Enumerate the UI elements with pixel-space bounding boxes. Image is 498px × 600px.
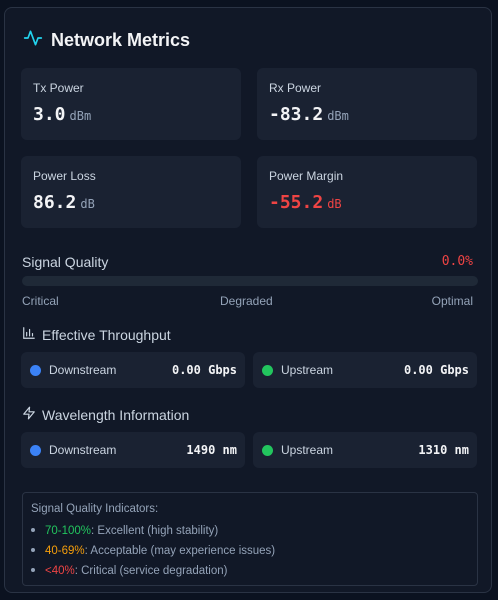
wavelength-title: Wavelength Information: [42, 406, 190, 423]
power-loss-card: Power Loss 86.2 dB: [21, 156, 241, 228]
metric-label: Rx Power: [269, 81, 322, 95]
wavelength-downstream: Downstream 1490 nm: [21, 432, 245, 468]
panel-header: Network Metrics: [23, 28, 190, 53]
bar-chart-icon: [22, 326, 36, 343]
network-metrics-panel: Network Metrics Tx Power 3.0 dBm Rx Power…: [4, 7, 492, 593]
signal-quality-indicators: Signal Quality Indicators: 70-100%: Exce…: [22, 492, 478, 586]
signal-quality-percent: 0.0%: [441, 254, 473, 269]
throughput-title: Effective Throughput: [42, 326, 171, 343]
tx-power-card: Tx Power 3.0 dBm: [21, 68, 241, 140]
scale-degraded-label: Degraded: [220, 294, 273, 308]
metric-label: Tx Power: [33, 81, 84, 95]
indicator-item: 70-100%: Excellent (high stability): [31, 523, 275, 543]
wavelength-label: Downstream: [49, 443, 117, 457]
activity-icon: [23, 28, 43, 53]
downstream-dot-icon: [30, 365, 41, 376]
wavelength-value: 1490 nm: [186, 443, 237, 457]
indicator-item: 40-69%: Acceptable (may experience issue…: [31, 543, 275, 563]
signal-quality-label: Signal Quality: [22, 254, 109, 270]
indicator-range: 70-100%: [45, 525, 92, 537]
metric-value: 86.2: [33, 192, 77, 213]
page-title: Network Metrics: [51, 30, 191, 50]
scale-optimal-label: Optimal: [431, 294, 473, 308]
throughput-value: 0.00 Gbps: [171, 363, 237, 377]
throughput-label: Downstream: [49, 363, 117, 377]
metric-unit: dBm: [327, 109, 349, 123]
bullet-icon: [31, 547, 35, 552]
signal-quality-bar: [22, 276, 478, 286]
metric-unit: dBm: [69, 109, 92, 123]
wavelength-upstream: Upstream 1310 nm: [253, 432, 477, 468]
metric-value-group: -83.2 dBm: [269, 104, 349, 125]
metric-label: Power Loss: [33, 169, 96, 183]
metric-value-group: 86.2 dB: [33, 192, 95, 213]
bullet-icon: [31, 567, 35, 572]
throughput-value: 0.00 Gbps: [403, 363, 469, 377]
indicators-list: 70-100%: Excellent (high stability) 40-6…: [31, 523, 275, 583]
bullet-icon: [31, 527, 35, 532]
indicator-item: <40%: Critical (service degradation): [31, 563, 275, 583]
rx-power-card: Rx Power -83.2 dBm: [257, 68, 477, 140]
wavelength-value: 1310 nm: [418, 443, 469, 457]
indicator-text: : Critical (service degradation): [74, 565, 228, 577]
upstream-dot-icon: [262, 445, 273, 456]
throughput-upstream: Upstream 0.00 Gbps: [253, 352, 477, 388]
metric-value: -55.2: [269, 192, 324, 213]
throughput-label: Upstream: [281, 363, 334, 377]
indicator-range: <40%: [45, 565, 75, 577]
wavelength-section-header: Wavelength Information: [22, 406, 189, 423]
lightning-icon: [22, 406, 36, 423]
upstream-dot-icon: [262, 365, 273, 376]
downstream-dot-icon: [30, 445, 41, 456]
metric-unit: dB: [80, 197, 95, 211]
indicator-text: : Excellent (high stability): [91, 525, 219, 537]
metric-value: -83.2: [269, 104, 324, 125]
throughput-downstream: Downstream 0.00 Gbps: [21, 352, 245, 388]
wavelength-label: Upstream: [281, 443, 334, 457]
power-margin-card: Power Margin -55.2 dB: [257, 156, 477, 228]
metric-value-group: 3.0 dBm: [33, 104, 91, 125]
indicator-text: : Acceptable (may experience issues): [84, 545, 276, 557]
throughput-section-header: Effective Throughput: [22, 326, 171, 343]
indicators-title: Signal Quality Indicators:: [31, 503, 159, 515]
scale-critical-label: Critical: [22, 294, 59, 308]
metric-unit: dB: [327, 197, 342, 211]
metric-value: 3.0: [33, 104, 66, 125]
metric-value-group: -55.2 dB: [269, 192, 342, 213]
indicator-range: 40-69%: [45, 545, 85, 557]
metric-label: Power Margin: [269, 169, 344, 183]
